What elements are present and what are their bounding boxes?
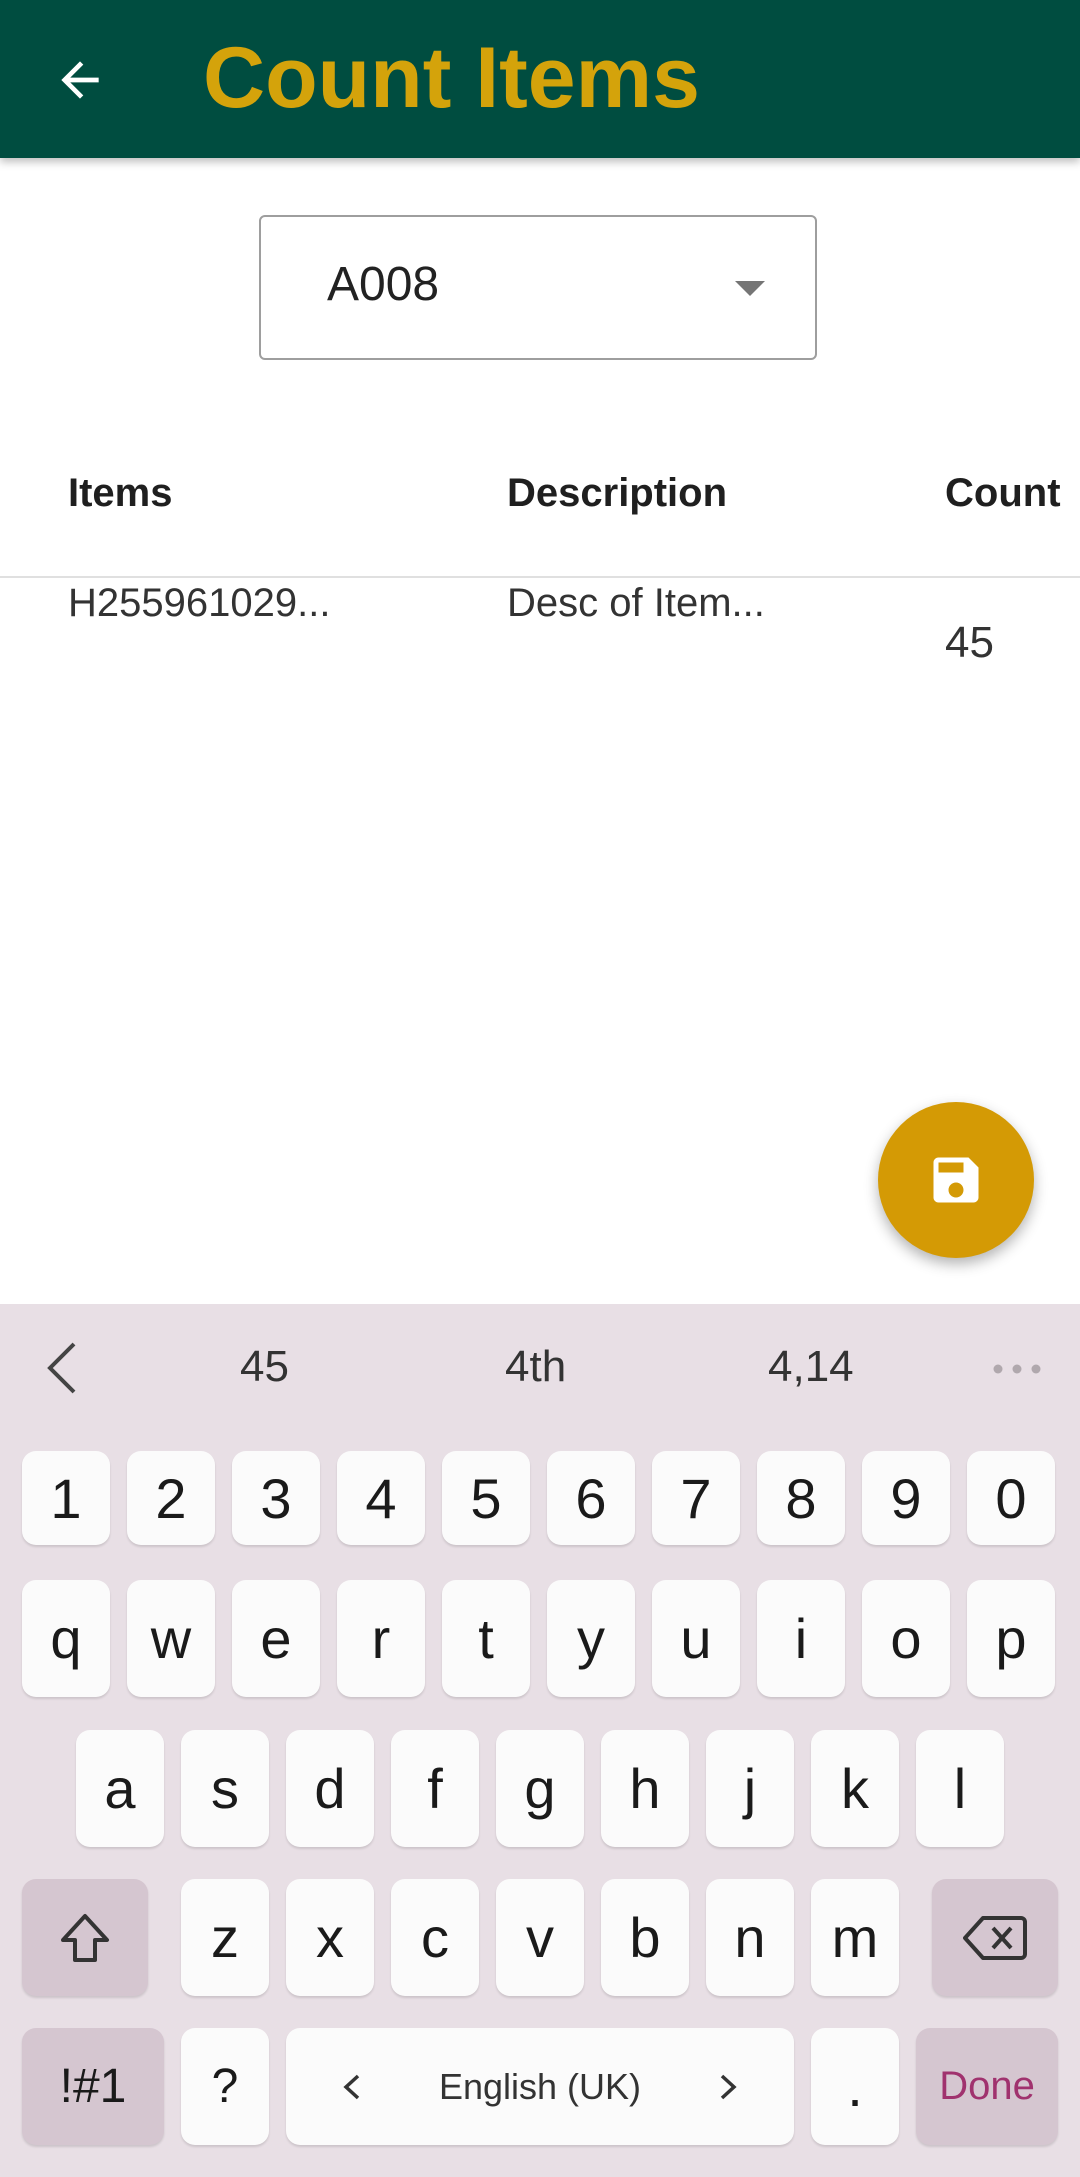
key-g[interactable]: g bbox=[496, 1730, 584, 1847]
shift-key[interactable] bbox=[22, 1879, 148, 1996]
backspace-icon bbox=[963, 1915, 1027, 1960]
column-header-items[interactable]: Items bbox=[68, 468, 173, 518]
key-8[interactable]: 8 bbox=[757, 1451, 845, 1545]
suggestion-1[interactable]: 45 bbox=[240, 1339, 289, 1395]
more-suggestions-icon[interactable] bbox=[992, 1362, 1042, 1374]
key-d[interactable]: d bbox=[286, 1730, 374, 1847]
key-3[interactable]: 3 bbox=[232, 1451, 320, 1545]
collapse-suggestions-button[interactable] bbox=[40, 1340, 90, 1396]
dropdown-selected-value: A008 bbox=[327, 258, 440, 311]
suggestion-2[interactable]: 4th bbox=[505, 1339, 566, 1395]
dropdown-arrow-icon bbox=[735, 281, 765, 296]
shift-icon bbox=[61, 1913, 109, 1962]
key-c[interactable]: c bbox=[391, 1879, 479, 1996]
period-key[interactable]: . bbox=[811, 2028, 899, 2145]
column-header-description[interactable]: Description bbox=[507, 468, 727, 518]
key-i[interactable]: i bbox=[757, 1580, 845, 1697]
key-4[interactable]: 4 bbox=[337, 1451, 425, 1545]
key-t[interactable]: t bbox=[442, 1580, 530, 1697]
location-dropdown[interactable]: A008 bbox=[259, 215, 817, 360]
save-icon bbox=[933, 1157, 979, 1203]
key-5[interactable]: 5 bbox=[442, 1451, 530, 1545]
key-l[interactable]: l bbox=[916, 1730, 1004, 1847]
symbols-key[interactable]: !#1 bbox=[22, 2028, 164, 2145]
key-0[interactable]: 0 bbox=[967, 1451, 1055, 1545]
key-z[interactable]: z bbox=[181, 1879, 269, 1996]
key-2[interactable]: 2 bbox=[127, 1451, 215, 1545]
count-cell[interactable]: 45 bbox=[945, 618, 994, 668]
chevron-left-icon bbox=[343, 2074, 360, 2100]
key-r[interactable]: r bbox=[337, 1580, 425, 1697]
key-k[interactable]: k bbox=[811, 1730, 899, 1847]
table-header: Items Description Count bbox=[0, 460, 1080, 578]
column-header-count[interactable]: Count bbox=[945, 468, 1061, 518]
key-m[interactable]: m bbox=[811, 1879, 899, 1996]
chevron-right-icon bbox=[720, 2074, 737, 2100]
key-s[interactable]: s bbox=[181, 1730, 269, 1847]
chevron-left-icon bbox=[47, 1342, 76, 1394]
key-6[interactable]: 6 bbox=[547, 1451, 635, 1545]
key-j[interactable]: j bbox=[706, 1730, 794, 1847]
key-x[interactable]: x bbox=[286, 1879, 374, 1996]
key-9[interactable]: 9 bbox=[862, 1451, 950, 1545]
key-n[interactable]: n bbox=[706, 1879, 794, 1996]
key-e[interactable]: e bbox=[232, 1580, 320, 1697]
key-o[interactable]: o bbox=[862, 1580, 950, 1697]
done-key[interactable]: Done bbox=[916, 2028, 1058, 2145]
key-f[interactable]: f bbox=[391, 1730, 479, 1847]
table-row[interactable]: H255961029... Desc of Item... 45 bbox=[0, 578, 1080, 688]
key-v[interactable]: v bbox=[496, 1879, 584, 1996]
key-p[interactable]: p bbox=[967, 1580, 1055, 1697]
key-u[interactable]: u bbox=[652, 1580, 740, 1697]
question-mark-key[interactable]: ? bbox=[181, 2028, 269, 2145]
save-button[interactable] bbox=[878, 1102, 1034, 1258]
on-screen-keyboard: 45 4th 4,14 1234567890 qwertyuiop asdfgh… bbox=[0, 1304, 1080, 2177]
item-cell: H255961029... bbox=[68, 581, 331, 625]
backspace-key[interactable] bbox=[932, 1879, 1058, 1996]
description-cell: Desc of Item... bbox=[507, 581, 765, 625]
page-title: Count Items bbox=[203, 30, 700, 126]
keyboard-language-label: English (UK) bbox=[438, 2065, 642, 2107]
key-y[interactable]: y bbox=[547, 1580, 635, 1697]
key-7[interactable]: 7 bbox=[652, 1451, 740, 1545]
space-key[interactable]: English (UK) bbox=[286, 2028, 794, 2145]
key-1[interactable]: 1 bbox=[22, 1451, 110, 1545]
suggestion-3[interactable]: 4,14 bbox=[768, 1339, 854, 1395]
key-w[interactable]: w bbox=[127, 1580, 215, 1697]
app-bar: Count Items bbox=[0, 0, 1080, 158]
key-q[interactable]: q bbox=[22, 1580, 110, 1697]
suggestion-bar: 45 4th 4,14 bbox=[0, 1304, 1080, 1428]
key-b[interactable]: b bbox=[601, 1879, 689, 1996]
arrow-back-icon bbox=[61, 61, 99, 99]
key-a[interactable]: a bbox=[76, 1730, 164, 1847]
key-h[interactable]: h bbox=[601, 1730, 689, 1847]
back-button[interactable] bbox=[44, 44, 116, 116]
